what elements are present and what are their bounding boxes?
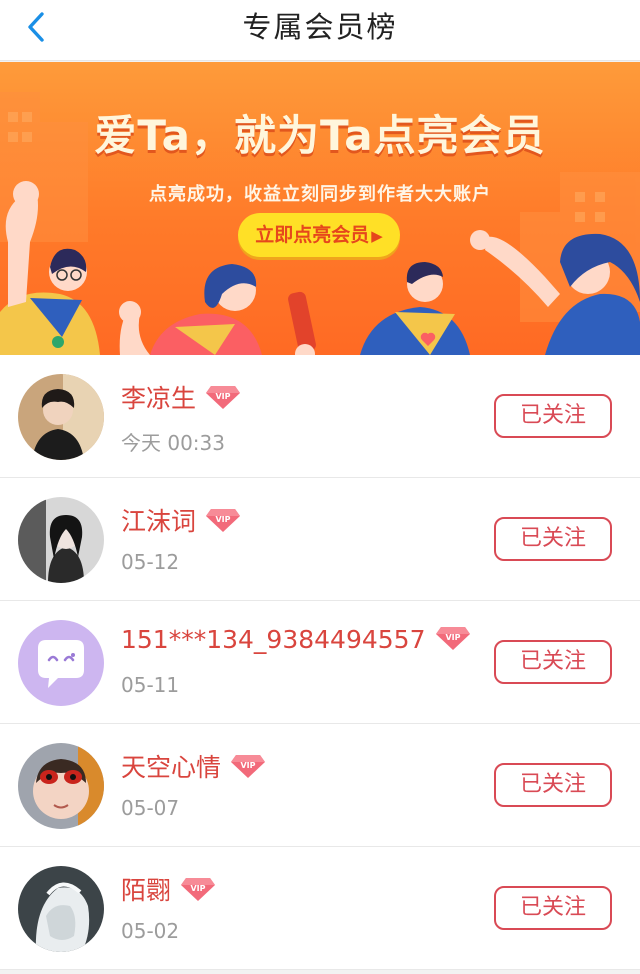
vip-diamond-icon: VIP [435, 627, 470, 650]
member-list: 李凉生 VIP 今天 00:33 已关注 江沫词 VIP 05-12 已关注 1… [0, 355, 640, 970]
avatar[interactable] [18, 374, 104, 460]
banner-subtitle: 点亮成功，收益立刻同步到作者大大账户 [149, 184, 491, 205]
light-up-membership-button[interactable]: 立即点亮会员 ▶ [238, 213, 400, 257]
followed-button[interactable]: 已关注 [494, 886, 612, 930]
member-date: 05-02 [121, 919, 180, 943]
member-name[interactable]: 天空心情 VIP [121, 748, 266, 784]
followed-button[interactable]: 已关注 [494, 763, 612, 807]
member-date: 05-07 [121, 796, 180, 820]
avatar[interactable] [18, 743, 104, 829]
svg-text:VIP: VIP [216, 392, 231, 401]
member-date: 05-11 [121, 673, 180, 697]
member-name[interactable]: 陌翾 VIP [121, 871, 216, 907]
member-date: 今天 00:33 [121, 431, 225, 455]
top-nav-bar: 专属会员榜 [0, 0, 640, 61]
vip-diamond-icon: VIP [181, 878, 216, 901]
vip-diamond-icon: VIP [206, 509, 241, 532]
list-item[interactable]: 151***134_9384494557 VIP 05-11 已关注 [0, 601, 640, 724]
triangle-right-icon: ▶ [371, 227, 383, 245]
member-date: 05-12 [121, 550, 180, 574]
list-item[interactable]: 江沫词 VIP 05-12 已关注 [0, 478, 640, 601]
page-title: 专属会员榜 [242, 10, 398, 44]
avatar[interactable] [18, 497, 104, 583]
avatar[interactable] [18, 866, 104, 952]
list-item[interactable]: 天空心情 VIP 05-07 已关注 [0, 724, 640, 847]
avatar[interactable] [18, 620, 104, 706]
svg-text:VIP: VIP [216, 515, 231, 524]
followed-button[interactable]: 已关注 [494, 640, 612, 684]
member-name[interactable]: 江沫词 VIP [121, 502, 241, 538]
svg-text:VIP: VIP [191, 884, 206, 893]
banner-headline: 爱Ta，就为Ta点亮会员 [94, 111, 546, 160]
promo-banner[interactable]: 爱Ta，就为Ta点亮会员 点亮成功，收益立刻同步到作者大大账户 立即点亮会员 ▶ [0, 62, 640, 355]
person-middle-figure [119, 264, 316, 355]
list-item[interactable]: 李凉生 VIP 今天 00:33 已关注 [0, 355, 640, 478]
list-item[interactable]: 陌翾 VIP 05-02 已关注 [0, 847, 640, 970]
vip-diamond-icon: VIP [231, 755, 266, 778]
followed-button[interactable]: 已关注 [494, 394, 612, 438]
followed-button[interactable]: 已关注 [494, 517, 612, 561]
member-name[interactable]: 151***134_9384494557 VIP [121, 625, 471, 654]
svg-text:VIP: VIP [445, 633, 460, 642]
svg-text:VIP: VIP [241, 761, 256, 770]
person-right-figure [360, 262, 470, 355]
member-name[interactable]: 李凉生 VIP [121, 379, 241, 415]
banner-button-label: 立即点亮会员 [255, 224, 370, 246]
vip-diamond-icon: VIP [206, 386, 241, 409]
